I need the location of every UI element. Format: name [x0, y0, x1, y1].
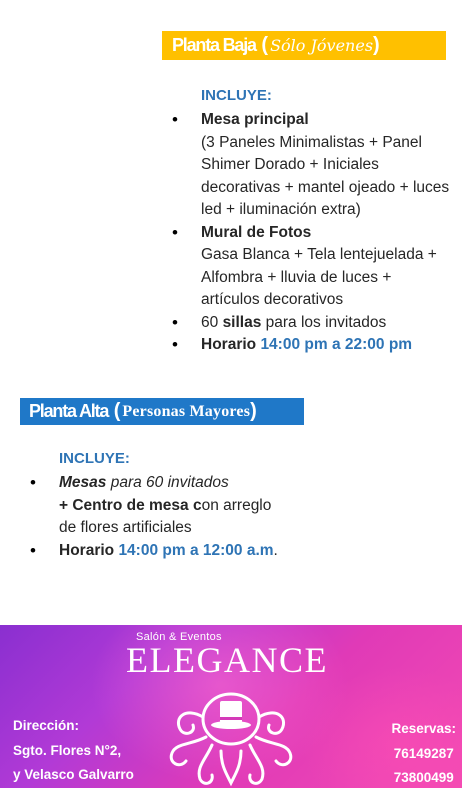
planta-baja-title: Planta Baja	[172, 35, 257, 55]
item-desc: (3 Paneles Minimalistas + Panel Shimer D…	[201, 133, 450, 219]
sillas-rest: para los invitados	[265, 313, 387, 331]
mesas-bold: Mesas	[59, 474, 107, 491]
centro-plus: + Centro de mesa c	[59, 496, 202, 514]
address-label: Dirección:	[13, 718, 80, 733]
reservas-block: Reservas: 76149287 73800499	[391, 717, 456, 788]
address-line-1: Sgto. Flores N°2,	[13, 742, 122, 758]
horario-end: .	[273, 541, 278, 559]
list-item: Mesa principal (3 Paneles Minimalistas +…	[171, 109, 451, 222]
list-item: Horario 14:00 pm a 22:00 pm	[171, 334, 451, 357]
planta-alta-subtitle: Personas Mayores	[122, 402, 251, 420]
planta-baja-list: Mesa principal (3 Paneles Minimalistas +…	[171, 109, 451, 357]
item-desc: Gasa Blanca + Tela lentejuelada + Alfomb…	[201, 246, 437, 308]
phone-2: 73800499	[393, 770, 454, 785]
centro-line3: de flores artificiales	[59, 519, 192, 536]
sillas-bold: sillas	[222, 313, 262, 331]
address-block: Dirección: Sgto. Flores N°2, y Velasco G…	[13, 714, 134, 788]
top-hat-emblem-icon	[169, 692, 293, 787]
sillas-count: 60	[201, 313, 219, 331]
brand-logo-text: ELEGANCE	[126, 640, 328, 680]
planta-baja-banner: Planta Baja (Sólo Jóvenes)	[162, 31, 446, 60]
planta-alta-banner: Planta Alta (Personas Mayores)	[20, 398, 304, 425]
planta-alta-includes-label: INCLUYE:	[59, 450, 130, 467]
planta-baja-includes-label: INCLUYE:	[201, 87, 272, 104]
horario-label: Horario	[201, 336, 257, 353]
item-name: Mesa principal	[201, 111, 309, 128]
horario-value: 14:00 pm a 22:00 pm	[260, 336, 413, 353]
list-item: Horario 14:00 pm a 12:00 a.m.	[29, 540, 329, 563]
planta-alta-title: Planta Alta	[29, 401, 109, 421]
address-line-2: y Velasco Galvarro	[13, 767, 134, 782]
phone-1: 76149287	[393, 745, 454, 761]
list-item: Mesas para 60 invitados + Centro de mesa…	[29, 472, 329, 540]
list-item: 60 sillas para los invitados	[171, 312, 451, 335]
list-item: Mural de Fotos Gasa Blanca + Tela lentej…	[171, 222, 451, 312]
footer-banner: Salón & Eventos ELEGANCE Dirección: Sgto…	[0, 625, 462, 788]
planta-baja-subtitle: Sólo Jóvenes	[270, 36, 374, 55]
horario-value: 14:00 pm a 12:00 a.m	[118, 541, 274, 559]
mesas-rest: para 60 invitados	[110, 474, 229, 491]
centro-rest: on arreglo	[201, 496, 272, 514]
item-name: Mural de Fotos	[201, 223, 312, 241]
reservas-label: Reservas:	[391, 721, 456, 736]
planta-alta-list: Mesas para 60 invitados + Centro de mesa…	[29, 472, 329, 562]
horario-label: Horario	[59, 541, 115, 559]
